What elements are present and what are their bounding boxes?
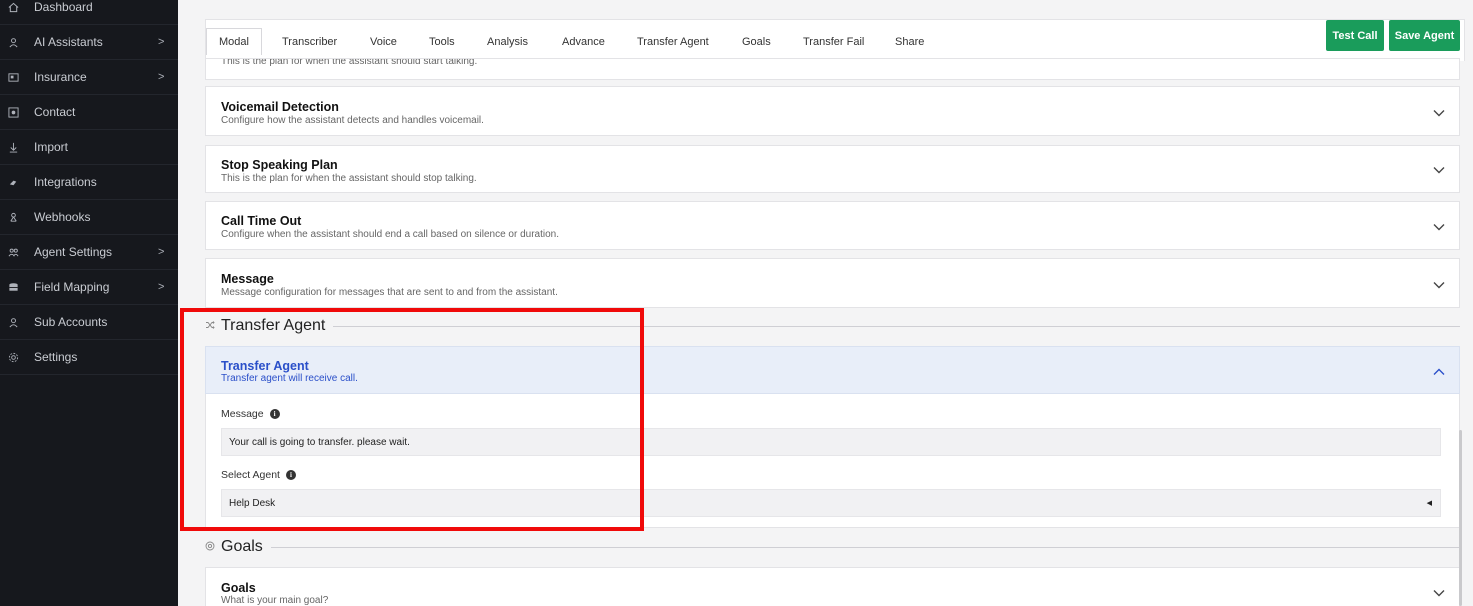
info-icon[interactable]: i [269,409,280,419]
panel-description: Message configuration for messages that … [221,287,558,298]
chevron-right-icon: > [158,281,165,293]
tab-transfer-fail[interactable]: Transfer Fail [803,28,864,55]
agent-tab-bar: Modal Transcriber Voice Tools Analysis A… [205,19,1465,61]
chevron-down-icon[interactable] [1431,105,1447,121]
sidebar-item-label: Agent Settings [34,245,113,259]
tab-modal[interactable]: Modal [206,28,262,55]
id-card-icon [7,71,19,83]
main-content: Modal Transcriber Voice Tools Analysis A… [178,0,1473,606]
panel-title: Message [221,272,274,286]
gear-icon [7,351,19,363]
chevron-down-icon[interactable] [1431,219,1447,235]
panel-description: This is the plan for when the assistant … [221,173,477,184]
transfer-agent-section-header: Transfer Agent [205,316,1460,336]
shuffle-icon [205,320,215,333]
sidebar-item-import[interactable]: Import [0,130,178,165]
selected-value: Help Desk [229,497,276,509]
sidebar-item-label: Sub Accounts [34,315,108,329]
save-agent-button[interactable]: Save Agent [1389,20,1460,51]
user-icon [7,36,19,48]
sidebar-item-label: Settings [34,350,78,364]
sidebar-item-insurance[interactable]: Insurance > [0,60,178,95]
info-icon[interactable]: i [285,470,296,480]
contact-icon [7,106,19,118]
chevron-right-icon: > [158,36,165,48]
sidebar-item-ai-assistants[interactable]: AI Assistants > [0,25,178,60]
scrollbar[interactable] [1459,430,1462,606]
sidebar-item-label: Field Mapping [34,280,110,294]
sidebar: Dashboard AI Assistants > Insurance > Co… [0,0,178,606]
sidebar-item-field-mapping[interactable]: Field Mapping > [0,270,178,305]
panel-title: Voicemail Detection [221,100,339,114]
panel-title: Call Time Out [221,214,302,228]
chevron-down-icon[interactable] [1431,162,1447,178]
goals-section-header: Goals [205,537,1460,557]
divider [333,325,1460,327]
select-agent-label: Select Agent i [221,469,296,481]
panel-description: What is your main goal? [221,595,329,606]
panel-description: Transfer agent will receive call. [221,373,358,384]
target-icon [205,541,215,554]
sidebar-item-agent-settings[interactable]: Agent Settings > [0,235,178,270]
sidebar-item-label: Dashboard [34,0,93,14]
panel-description: Configure when the assistant should end … [221,229,559,240]
field-label-text: Select Agent [221,469,280,481]
tab-advance[interactable]: Advance [562,28,605,55]
webhook-icon [7,211,19,223]
select-agent-dropdown[interactable]: Help Desk ◀ [221,489,1441,517]
chevron-down-icon[interactable] [1431,277,1447,293]
sidebar-item-label: Webhooks [34,210,91,224]
section-title: Goals [221,538,263,555]
sidebar-item-integrations[interactable]: Integrations [0,165,178,200]
sidebar-item-label: Integrations [34,175,97,189]
tab-analysis[interactable]: Analysis [487,28,528,55]
transfer-message-input[interactable]: Your call is going to transfer. please w… [221,428,1441,456]
tab-transcriber[interactable]: Transcriber [282,28,337,55]
sidebar-item-settings[interactable]: Settings [0,340,178,375]
sidebar-item-dashboard[interactable]: Dashboard [0,0,178,25]
caret-left-icon: ◀ [1426,500,1432,507]
sidebar-item-contact[interactable]: Contact [0,95,178,130]
chevron-down-icon[interactable] [1431,585,1447,601]
user-icon [7,316,19,328]
panel-title: Goals [221,581,256,595]
field-label-text: Message [221,408,264,420]
sidebar-item-label: Import [34,140,69,154]
home-icon [7,1,19,13]
sidebar-item-label: Insurance [34,70,87,84]
tab-tools[interactable]: Tools [429,28,455,55]
voicemail-detection-panel[interactable]: Voicemail Detection Configure how the as… [205,86,1460,136]
panel-description: Configure how the assistant detects and … [221,115,484,126]
transfer-agent-panel-header[interactable]: Transfer Agent Transfer agent will recei… [205,346,1460,394]
message-panel[interactable]: Message Message configuration for messag… [205,258,1460,308]
panel-title: Stop Speaking Plan [221,158,338,172]
stop-speaking-plan-panel[interactable]: Stop Speaking Plan This is the plan for … [205,145,1460,193]
chevron-right-icon: > [158,71,165,83]
tab-voice[interactable]: Voice [370,28,397,55]
chevron-up-icon[interactable] [1431,364,1447,380]
test-call-button[interactable]: Test Call [1326,20,1384,51]
start-speaking-panel: This is the plan for when the assistant … [205,58,1460,80]
sidebar-item-sub-accounts[interactable]: Sub Accounts [0,305,178,340]
plug-icon [7,176,19,188]
users-icon [7,246,19,258]
call-time-out-panel[interactable]: Call Time Out Configure when the assista… [205,201,1460,250]
transfer-agent-panel-body: Message i Your call is going to transfer… [205,394,1460,528]
message-label: Message i [221,408,280,420]
panel-title: Transfer Agent [221,359,309,373]
goals-panel[interactable]: Goals What is your main goal? [205,567,1460,606]
tab-goals[interactable]: Goals [742,28,771,55]
import-icon [7,141,19,153]
section-title: Transfer Agent [221,317,326,334]
tab-share[interactable]: Share [895,28,924,55]
sidebar-item-webhooks[interactable]: Webhooks [0,200,178,235]
sidebar-item-label: Contact [34,105,76,119]
tab-transfer-agent[interactable]: Transfer Agent [637,28,709,55]
panel-description: This is the plan for when the assistant … [221,58,478,67]
sidebar-item-label: AI Assistants [34,35,103,49]
chevron-right-icon: > [158,246,165,258]
database-icon [7,281,19,293]
divider [270,546,1460,548]
